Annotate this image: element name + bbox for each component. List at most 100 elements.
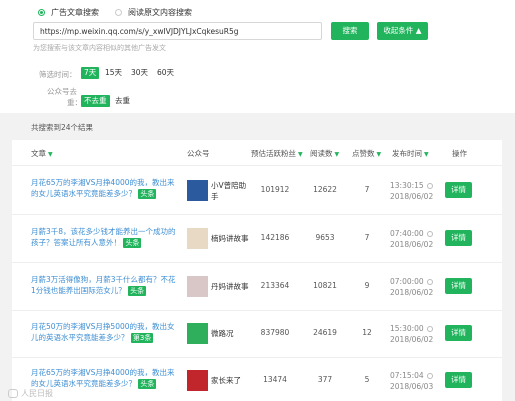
radio-read-original-label[interactable]: 阅读原文内容搜索 xyxy=(128,7,192,18)
publish-time: 07:00:00 2018/06/02 xyxy=(390,276,433,298)
header-action: 操作 xyxy=(452,149,467,158)
time-option-7[interactable]: 7天 xyxy=(81,67,100,79)
article-title[interactable]: 月薪3万活得像狗，月薪3千什么都有？不花1分钱也能养出国际范女儿？ xyxy=(31,275,176,295)
article-title[interactable]: 月薪3千8，该花多少钱才能养出一个成功的孩子？答案让所有人意外！ xyxy=(31,227,176,247)
header-account: 公众号 xyxy=(187,149,210,158)
article-title-link[interactable]: 月花50万的李湘VS月挣5000的我，教出女儿的英语水平究竟能差多少？ 第3条 xyxy=(31,321,179,343)
clock-icon xyxy=(426,279,433,285)
position-tag: 头条 xyxy=(138,189,157,199)
time-filter-label: 筛选时间： xyxy=(39,70,77,79)
detail-button[interactable]: 详情 xyxy=(445,278,472,294)
detail-button[interactable]: 详情 xyxy=(445,372,472,388)
time-option-60[interactable]: 60天 xyxy=(154,67,177,79)
sort-down-icon: ▼ xyxy=(48,151,53,158)
account-avatar[interactable] xyxy=(187,228,208,249)
detail-button[interactable]: 详情 xyxy=(445,325,472,341)
fans-value: 101912 xyxy=(260,185,290,194)
radio-ad-article[interactable] xyxy=(38,8,45,16)
header-fans-label: 预估活跃粉丝 xyxy=(251,149,296,158)
header-time[interactable]: 发布时间 ▼ xyxy=(392,148,429,159)
header-reads[interactable]: 阅读数 ▼ xyxy=(310,148,339,159)
camera-icon xyxy=(8,389,18,398)
search-hint: 为您搜索与该文章内容相似的其他广告发文 xyxy=(33,44,166,52)
dedupe-option-no[interactable]: 不去重 xyxy=(81,95,110,107)
row-divider xyxy=(12,165,502,166)
account-avatar[interactable] xyxy=(187,276,208,297)
detail-button[interactable]: 详情 xyxy=(445,182,472,198)
header-time-label: 发布时间 xyxy=(392,149,422,158)
account-name[interactable]: 小V曾陪助手 xyxy=(211,180,251,202)
radio-ad-article-label[interactable]: 广告文章搜索 xyxy=(51,7,99,18)
row-divider xyxy=(12,310,502,311)
fans-value: 142186 xyxy=(260,233,290,242)
clock-icon xyxy=(426,183,433,189)
likes-value: 7 xyxy=(364,233,370,242)
header-fans[interactable]: 预估活跃粉丝 ▼ xyxy=(251,148,303,159)
reads-value: 12622 xyxy=(313,185,337,194)
time-option-30[interactable]: 30天 xyxy=(128,67,151,79)
publish-time-value: 07:40:00 xyxy=(390,229,424,238)
search-mode-group: 广告文章搜索 阅读原文内容搜索 xyxy=(38,5,208,19)
row-divider xyxy=(12,357,502,358)
position-tag: 第3条 xyxy=(130,333,154,343)
search-button[interactable]: 搜索 xyxy=(331,22,369,40)
clock-icon xyxy=(426,373,433,379)
publish-date: 2018/06/02 xyxy=(390,240,434,249)
reads-value: 24619 xyxy=(313,328,337,337)
account-avatar[interactable] xyxy=(187,180,208,201)
account-name[interactable]: 丹妈讲故事 xyxy=(211,281,251,292)
article-title-link[interactable]: 月薪3千8，该花多少钱才能养出一个成功的孩子？答案让所有人意外！ 头条 xyxy=(31,226,179,248)
publish-time: 15:30:00 2018/06/02 xyxy=(390,323,433,345)
publish-time: 13:30:15 2018/06/02 xyxy=(390,180,433,202)
fans-value: 837980 xyxy=(260,328,290,337)
publish-time-value: 15:30:00 xyxy=(390,324,424,333)
publish-time: 07:15:04 2018/06/03 xyxy=(390,370,433,392)
detail-button[interactable]: 详情 xyxy=(445,230,472,246)
likes-value: 5 xyxy=(364,375,370,384)
position-tag: 头条 xyxy=(138,379,157,389)
header-article-label: 文章 xyxy=(31,149,46,158)
likes-value: 9 xyxy=(364,281,370,290)
reads-value: 377 xyxy=(317,375,333,384)
article-title-link[interactable]: 月薪3万活得像狗，月薪3千什么都有？不花1分钱也能养出国际范女儿？ 头条 xyxy=(31,274,179,296)
publish-date: 2018/06/02 xyxy=(390,288,434,297)
header-likes-label: 点赞数 xyxy=(352,149,375,158)
publish-time-value: 07:00:00 xyxy=(390,277,424,286)
clock-icon xyxy=(426,326,433,332)
account-avatar[interactable] xyxy=(187,323,208,344)
article-title-link[interactable]: 月花65万的李湘VS月挣4000的我，教出来的女儿英语水平究竟能差多少？ 头条 xyxy=(31,177,179,199)
result-count: 共搜索到24个结果 xyxy=(31,123,94,132)
publish-time-value: 07:15:04 xyxy=(390,371,424,380)
position-tag: 头条 xyxy=(123,238,142,248)
sort-down-icon: ▼ xyxy=(334,151,340,158)
reads-value: 10821 xyxy=(313,281,337,290)
header-reads-label: 阅读数 xyxy=(310,149,333,158)
reads-value: 9653 xyxy=(315,233,335,242)
publish-time-value: 13:30:15 xyxy=(390,181,424,190)
header-likes[interactable]: 点赞数 ▼ xyxy=(352,148,381,159)
account-name[interactable]: 家长来了 xyxy=(211,375,251,386)
account-avatar[interactable] xyxy=(187,370,208,391)
account-name[interactable]: 微路况 xyxy=(211,328,251,339)
watermark: 人民日报 xyxy=(8,388,53,399)
account-name[interactable]: 楠妈讲故事 xyxy=(211,233,251,244)
watermark-text: 人民日报 xyxy=(21,389,53,398)
article-title-link[interactable]: 月花65万的李湘VS月挣4000的我，教出来的女儿英语水平究竟能差多少？ 头条 xyxy=(31,367,179,389)
search-panel: 广告文章搜索 阅读原文内容搜索 搜索 收起条件 ▲ 为您搜索与该文章内容相似的其… xyxy=(0,0,515,113)
time-option-15[interactable]: 15天 xyxy=(102,67,125,79)
clock-icon xyxy=(426,231,433,237)
fans-value: 13474 xyxy=(263,375,287,384)
radio-read-original[interactable] xyxy=(115,8,122,16)
sort-down-icon: ▼ xyxy=(424,151,429,158)
dedupe-option-yes[interactable]: 去重 xyxy=(112,95,133,107)
sort-down-icon: ▼ xyxy=(376,151,382,158)
url-search-input[interactable] xyxy=(33,22,322,40)
row-divider xyxy=(12,214,502,215)
header-article[interactable]: 文章 ▼ xyxy=(31,148,53,159)
fans-value: 213364 xyxy=(260,281,290,290)
position-tag: 头条 xyxy=(128,286,147,296)
dedupe-label-line2: 重： xyxy=(67,98,82,107)
publish-date: 2018/06/02 xyxy=(390,192,434,201)
collapse-conditions-button[interactable]: 收起条件 ▲ xyxy=(377,22,428,40)
likes-value: 12 xyxy=(362,328,372,337)
